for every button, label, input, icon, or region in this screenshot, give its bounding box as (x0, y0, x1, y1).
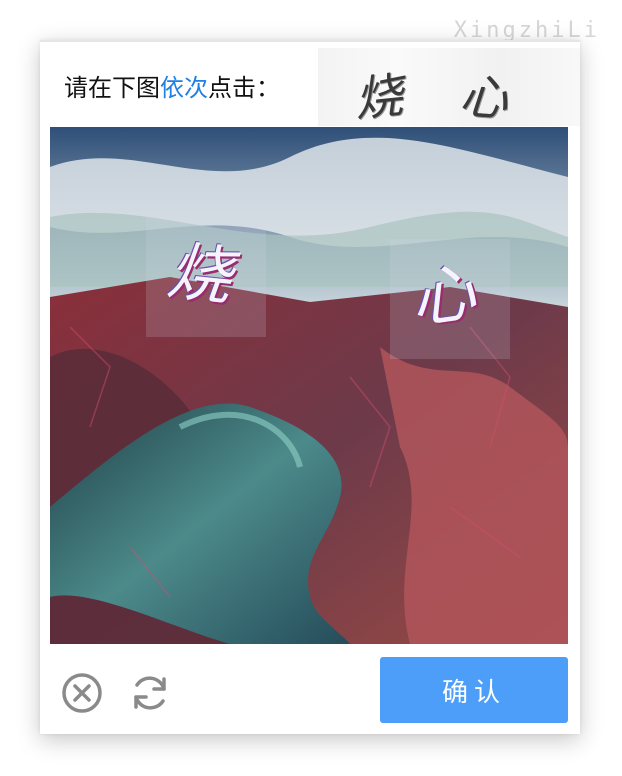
confirm-button[interactable]: 确认 (380, 657, 568, 723)
captcha-image[interactable]: 烧 心 (50, 127, 568, 644)
landscape-image (50, 127, 568, 644)
top-divider (40, 40, 580, 42)
captcha-char-2[interactable]: 心 (404, 241, 480, 341)
target-characters: 烧 心 (318, 48, 580, 128)
footer-bar: 确认 (40, 644, 580, 734)
instruction-highlight: 依次 (160, 74, 208, 102)
instruction-after: 点击： (208, 74, 280, 102)
refresh-icon[interactable] (128, 671, 172, 715)
captcha-char-1[interactable]: 烧 (163, 220, 236, 318)
target-char-2: 心 (457, 68, 510, 128)
captcha-dialog: 请在下图依次点击： 烧 心 烧 心 确认 (40, 40, 580, 734)
instruction-before: 请在下图 (64, 74, 160, 102)
instruction-text: 请在下图依次点击： (64, 68, 280, 108)
target-char-1: 烧 (351, 67, 406, 129)
close-icon[interactable] (60, 671, 104, 715)
